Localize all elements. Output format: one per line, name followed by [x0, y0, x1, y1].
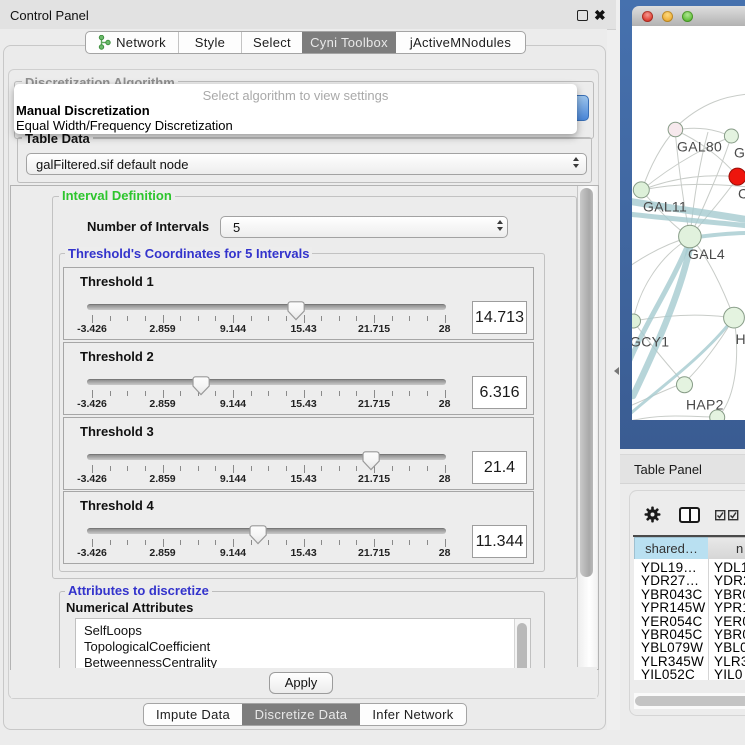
svg-text:HA: HA — [736, 331, 745, 347]
svg-text:CA: CA — [738, 186, 745, 202]
svg-text:GA: GA — [734, 145, 745, 161]
svg-text:GAL11: GAL11 — [643, 199, 687, 215]
svg-text:GCY1: GCY1 — [632, 334, 669, 350]
svg-text:HAP2: HAP2 — [686, 397, 724, 413]
svg-text:GAL80: GAL80 — [677, 139, 722, 155]
svg-text:GAL4: GAL4 — [688, 246, 725, 262]
